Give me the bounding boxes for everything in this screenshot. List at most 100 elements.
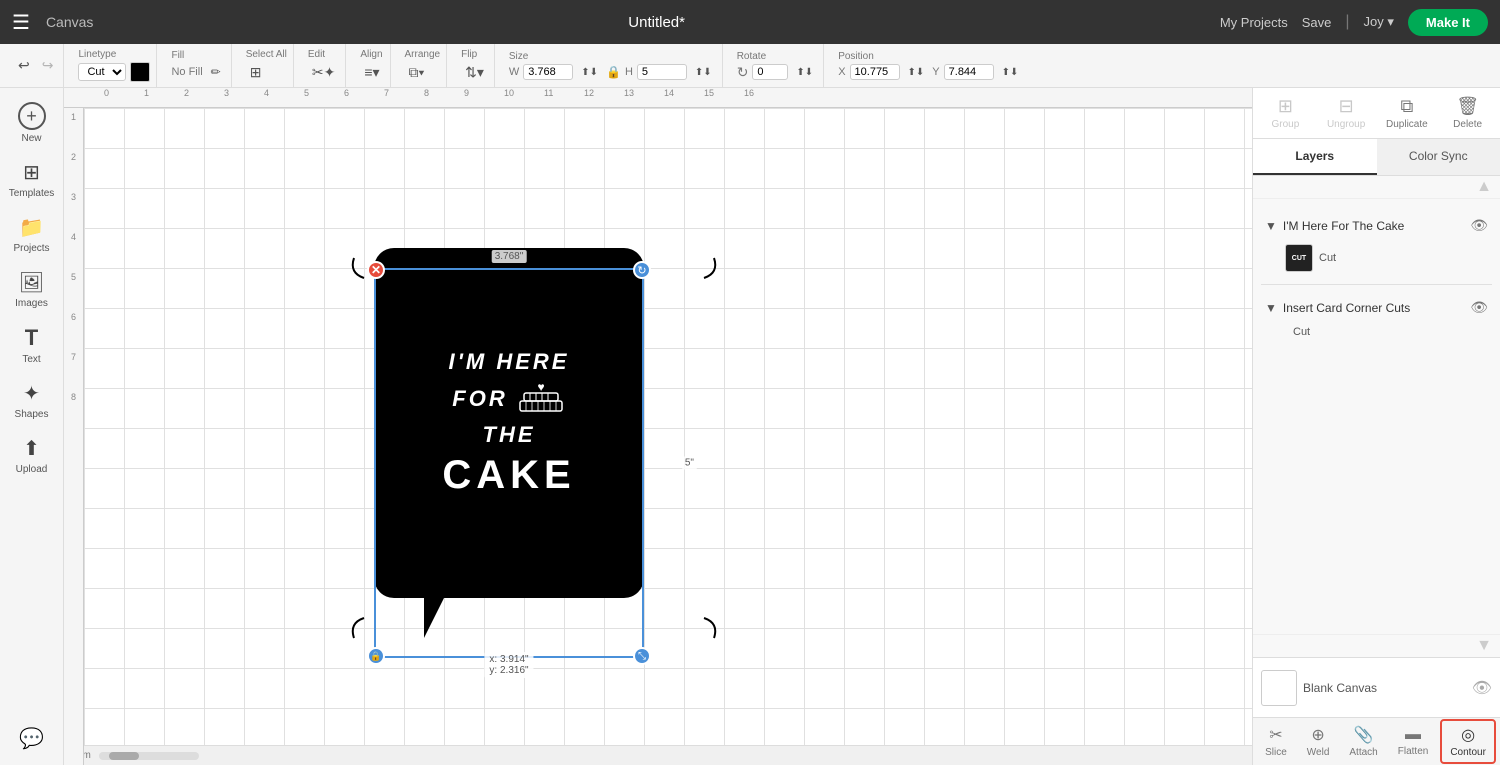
position-group: Position X ⬆⬇ Y ⬆⬇ [832,44,1028,87]
linetype-select[interactable]: Cut [78,63,126,81]
blank-canvas-section: Blank Canvas 👁 [1253,657,1500,717]
contour-icon: ◎ [1461,725,1475,745]
linetype-color-swatch[interactable] [130,62,150,82]
sidebar-item-text[interactable]: T Text [4,319,60,371]
horizontal-scrollbar[interactable] [99,752,199,760]
size-lock-icon[interactable]: 🔒 [606,65,621,79]
eye-icon-1[interactable]: 👁 [1470,217,1488,234]
layer-group-2-name: Insert Card Corner Cuts [1283,301,1464,315]
arrange-group: Arrange ⧉▾ [399,44,448,87]
layer-group-1-header[interactable]: ▼ I'M Here For The Cake 👁 [1261,211,1492,240]
delete-label: Delete [1453,119,1482,130]
sidebar-new-label: New [21,133,41,144]
images-icon: 🖼 [19,270,44,295]
sidebar-item-upload[interactable]: ⬆ Upload [4,430,60,481]
rotate-input[interactable] [752,64,788,80]
contour-label: Contour [1450,747,1486,758]
lock-handle[interactable]: 🔒 [367,647,385,665]
layer-divider [1261,284,1492,285]
contour-button[interactable]: ◎ Contour [1440,719,1496,764]
size-w-input[interactable] [523,64,573,80]
rotate-stepper[interactable]: ⬆⬇ [792,65,817,80]
redo-button[interactable]: ↪ [38,55,58,76]
ruler-top: 0 1 2 3 4 5 6 7 8 9 10 11 12 13 14 15 16 [64,88,1252,108]
blank-canvas-swatch[interactable] [1261,670,1297,706]
ruler-tick-5: 5 [304,88,309,98]
canvas-area[interactable]: 0 1 2 3 4 5 6 7 8 9 10 11 12 13 14 15 16 [64,88,1252,765]
corner-cuts-top-right [644,218,724,298]
ruler-tick-4: 4 [264,88,269,98]
fill-group: Fill No Fill ✏ [165,44,231,87]
canvas-grid[interactable]: I'M HERE FOR ♥ [84,108,1252,745]
tab-layers[interactable]: Layers [1253,139,1377,175]
size-h-input[interactable] [637,64,687,80]
select-all-button[interactable]: ⊞ [246,62,266,83]
tab-color-sync[interactable]: Color Sync [1377,139,1500,175]
layer-sub-2[interactable]: Cut [1261,322,1492,342]
layer-group-1: ▼ I'M Here For The Cake 👁 CUT Cut [1253,207,1500,280]
select-all-group: Select All ⊞ [240,44,294,87]
ungroup-icon: ⊟ [1339,96,1354,117]
right-panel: ⊞ Group ⊟ Ungroup ⧉ Duplicate 🗑 Delete L… [1252,88,1500,765]
arrange-button[interactable]: ⧉▾ [405,62,429,83]
design-object[interactable]: I'M HERE FOR ♥ [374,248,644,628]
sidebar-item-new[interactable]: + New [4,96,60,150]
weld-button[interactable]: ⊕ Weld [1299,721,1338,762]
edit-button[interactable]: ✂✦ [308,62,339,83]
panel-up-arrow[interactable]: ▲ [1476,178,1492,196]
ruler-tick-16: 16 [744,88,754,98]
align-button[interactable]: ≡▾ [360,62,383,83]
panel-action-buttons: ⊞ Group ⊟ Ungroup ⧉ Duplicate 🗑 Delete [1253,88,1500,139]
position-y-stepper[interactable]: ⬆⬇ [998,65,1023,80]
save-button[interactable]: Save [1302,15,1332,30]
fill-label: Fill [171,50,224,61]
duplicate-button[interactable]: ⧉ Duplicate [1379,92,1436,134]
blank-canvas-eye[interactable]: 👁 [1472,678,1492,698]
layer-group-2-header[interactable]: ▼ Insert Card Corner Cuts 👁 [1261,293,1492,322]
flip-button[interactable]: ⇅▾ [461,62,488,83]
sidebar-item-projects[interactable]: 📁 Projects [4,209,60,260]
ruler-tick-3: 3 [224,88,229,98]
group-button[interactable]: ⊞ Group [1257,92,1314,134]
upload-icon: ⬆ [23,436,40,461]
scale-handle[interactable]: ⤡ [633,647,651,665]
edit-group: Edit ✂✦ [302,44,346,87]
sidebar-item-images[interactable]: 🖼 Images [4,264,60,315]
attach-button[interactable]: 📎 Attach [1341,721,1385,762]
delete-button[interactable]: 🗑 Delete [1439,92,1496,134]
panel-down-arrow[interactable]: ▼ [1476,637,1492,655]
make-it-button[interactable]: Make It [1408,9,1488,36]
eye-icon-2[interactable]: 👁 [1470,299,1488,316]
position-x-input[interactable] [850,64,900,80]
size-h-stepper[interactable]: ⬆⬇ [691,65,716,80]
ruler-tick-14: 14 [664,88,674,98]
flatten-button[interactable]: ▬ Flatten [1390,722,1437,761]
position-x-stepper[interactable]: ⬆⬇ [904,65,929,80]
size-group: Size W ⬆⬇ 🔒 H ⬆⬇ [503,44,723,87]
svg-text:♥: ♥ [537,380,544,394]
sidebar-item-shapes[interactable]: ✦ Shapes [4,375,60,426]
fill-edit-btn[interactable]: ✏ [207,63,225,81]
chat-icon: 💬 [19,726,44,751]
undo-button[interactable]: ↩ [14,55,34,76]
ruler-tick-11: 11 [544,88,553,98]
sidebar-item-templates[interactable]: ⊞ Templates [4,154,60,205]
my-projects-link[interactable]: My Projects [1220,15,1288,30]
size-w-stepper[interactable]: ⬆⬇ [577,65,602,80]
user-menu[interactable]: Joy ▾ [1364,14,1394,30]
flatten-label: Flatten [1398,746,1429,757]
delete-icon: 🗑 [1456,96,1479,117]
design-text-line1: I'M HERE [442,348,575,377]
ungroup-button[interactable]: ⊟ Ungroup [1318,92,1375,134]
select-all-label: Select All [246,49,287,60]
layer-sub-1[interactable]: CUT Cut [1261,240,1492,276]
sidebar-shapes-label: Shapes [15,409,49,420]
panel-scroll-controls: ▲ [1253,176,1500,199]
slice-button[interactable]: ✂ Slice [1257,721,1295,762]
position-y-input[interactable] [944,64,994,80]
speech-bubble: I'M HERE FOR ♥ [374,248,644,598]
menu-icon[interactable]: ☰ [12,10,30,35]
sidebar-item-chat[interactable]: 💬 [4,720,60,757]
align-group: Align ≡▾ [354,44,390,87]
ruler-tick-15: 15 [704,88,714,98]
